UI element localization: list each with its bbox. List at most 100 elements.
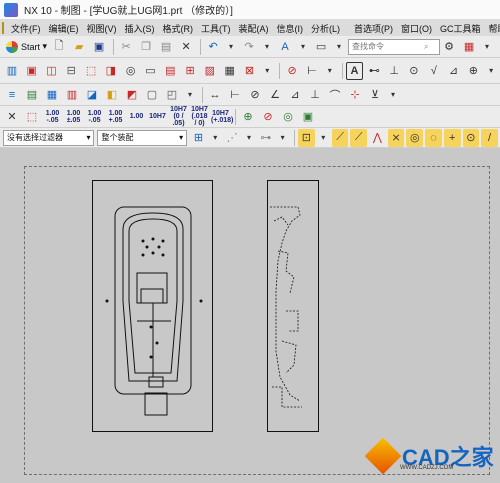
dimension-style-icon[interactable]: ✕ (3, 108, 21, 126)
weld-symbol-icon[interactable]: ⊿ (445, 62, 463, 80)
general-icon[interactable]: ⊶ (257, 129, 274, 147)
command-search-box[interactable]: ⌕ (348, 38, 441, 55)
new-file-icon[interactable]: 🗋 (50, 38, 68, 56)
stack-icon[interactable]: ▤ (23, 86, 41, 104)
front-view-frame[interactable] (92, 180, 213, 432)
start-button[interactable]: Start ▾ (3, 38, 50, 56)
edit-dropdown-icon[interactable]: ▾ (183, 86, 197, 104)
angular-dimension-icon[interactable]: ∠ (266, 86, 284, 104)
paste-icon[interactable]: ▤ (157, 38, 175, 56)
view-box-icon[interactable]: ▤ (161, 62, 179, 80)
annotation-dropdown-icon[interactable]: ▾ (484, 62, 498, 80)
drawing-canvas[interactable] (0, 148, 500, 483)
note-icon[interactable]: A (345, 61, 364, 80)
edit-object-icon[interactable]: ◪ (83, 86, 101, 104)
tolerance-option[interactable]: 1.00 -.05 (85, 110, 104, 124)
menu-preferences[interactable]: 首选项(P) (350, 22, 397, 35)
menu-edit[interactable]: 编辑(E) (45, 22, 83, 35)
measure-icon[interactable]: ◰ (163, 86, 181, 104)
snap-midpoint-icon[interactable]: ⟋ (350, 128, 368, 147)
select-dropdown-icon[interactable]: ▾ (209, 129, 222, 147)
datum-icon[interactable]: ⊥ (385, 62, 403, 80)
new-sheet-icon[interactable]: ▥ (3, 62, 21, 80)
select-all-icon[interactable]: ⊞ (190, 129, 207, 147)
dimension-text-icon[interactable]: ⬚ (23, 108, 41, 126)
tolerance-option[interactable]: 10H7 (0 / .05) (169, 106, 188, 127)
view-style-icon[interactable]: ▦ (221, 62, 239, 80)
menu-view[interactable]: 视图(V) (83, 22, 121, 35)
open-folder-icon[interactable]: ▰ (70, 38, 88, 56)
layer-settings-icon[interactable]: ≡ (3, 86, 21, 104)
redo-icon[interactable]: ↷ (240, 38, 258, 56)
menu-insert[interactable]: 插入(S) (121, 22, 159, 35)
snap-endpoint-icon[interactable]: ⊡ (298, 128, 315, 147)
layer-copy-icon[interactable]: ▦ (43, 86, 61, 104)
layer-move-icon[interactable]: ▥ (63, 86, 81, 104)
centerline-icon[interactable]: ⊕ (464, 62, 482, 80)
menu-tools[interactable]: 工具(T) (197, 22, 235, 35)
side-view-frame[interactable] (267, 180, 319, 432)
assembly-scope-dropdown[interactable]: 整个装配 ▾ (97, 129, 188, 146)
undo-dropdown-icon[interactable]: ▾ (224, 38, 238, 56)
perimeter-icon[interactable]: ⊻ (366, 86, 384, 104)
window-switch-icon[interactable]: ▭ (312, 38, 330, 56)
cut-icon[interactable]: ✂ (117, 38, 135, 56)
window-dropdown-icon[interactable]: ▾ (332, 38, 346, 56)
sketch-line-icon[interactable]: ⊢ (303, 62, 321, 80)
snap-onpoint-icon[interactable]: ⊙ (462, 128, 480, 147)
section-view-icon[interactable]: ⊟ (62, 62, 80, 80)
rapid-dimension-icon[interactable]: ↔ (206, 86, 224, 104)
menu-help[interactable]: 帮助(H) (485, 22, 500, 35)
radial-dimension-icon[interactable]: ⊘ (246, 86, 264, 104)
general-dropdown-icon[interactable]: ▾ (276, 129, 289, 147)
base-view-icon[interactable]: ▣ (23, 62, 41, 80)
feature-control-icon[interactable]: ⊷ (365, 62, 383, 80)
display-settings-icon[interactable]: ◧ (103, 86, 121, 104)
snap-point-icon[interactable]: + (443, 128, 461, 147)
projected-view-icon[interactable]: ◫ (43, 62, 61, 80)
thickness-dimension-icon[interactable]: ⊥ (306, 86, 324, 104)
view-dropdown-icon[interactable]: ▾ (260, 62, 274, 80)
delete-icon[interactable]: ✕ (177, 38, 195, 56)
view-layout-icon[interactable]: ⊞ (181, 62, 199, 80)
role-icon[interactable]: ▦ (460, 38, 478, 56)
blank-icon[interactable]: ▢ (143, 86, 161, 104)
menu-format[interactable]: 格式(R) (159, 22, 198, 35)
ordinate-dimension-icon[interactable]: ⊹ (346, 86, 364, 104)
arc-length-icon[interactable]: ⌒ (326, 86, 344, 104)
snap-control-icon[interactable]: ⋀ (369, 129, 386, 147)
view-frame-icon[interactable]: ▭ (142, 62, 160, 80)
balloon-icon[interactable]: ⊙ (405, 62, 423, 80)
snap-center-icon[interactable]: ◎ (406, 128, 424, 147)
redo-dropdown-icon[interactable]: ▾ (260, 38, 274, 56)
copy-icon[interactable]: ❐ (137, 38, 155, 56)
menu-window[interactable]: 窗口(O) (397, 22, 436, 35)
snap-quadrant-icon[interactable]: ◌ (425, 128, 442, 147)
detail-view-icon[interactable]: ⬚ (82, 62, 100, 80)
menu-info[interactable]: 信息(I) (273, 22, 308, 35)
datum-target-icon[interactable]: ⊕ (239, 108, 257, 126)
snap-tangent-icon[interactable]: / (481, 128, 498, 147)
properties-icon[interactable]: A (276, 38, 294, 56)
save-icon[interactable]: ▣ (90, 38, 108, 56)
role-dropdown-icon[interactable]: ▾ (480, 38, 494, 56)
tolerance-option[interactable]: 10H7 (.018 / 0) (190, 106, 209, 127)
menu-assembly[interactable]: 装配(A) (235, 22, 273, 35)
view-target-icon[interactable]: ◎ (122, 62, 140, 80)
sketch-dropdown-icon[interactable]: ▾ (323, 62, 337, 80)
tolerance-option[interactable]: 1.00 +.05 (106, 110, 125, 124)
dimension-dropdown-icon[interactable]: ▾ (386, 86, 400, 104)
snap-intersection-icon[interactable]: ⨯ (387, 128, 405, 147)
linear-dimension-icon[interactable]: ⊢ (226, 86, 244, 104)
chamfer-dimension-icon[interactable]: ⊿ (286, 86, 304, 104)
menu-grip-icon[interactable] (2, 22, 4, 34)
snap-endpoint-dropdown-icon[interactable]: ▾ (317, 129, 330, 147)
tolerance-option[interactable]: 10H7 (148, 113, 167, 120)
menu-gc-toolkit[interactable]: GC工具箱 (436, 22, 485, 35)
properties-dropdown-icon[interactable]: ▾ (296, 38, 310, 56)
cross-hatch-icon[interactable]: ⊘ (259, 108, 277, 126)
snap-settings-icon[interactable]: ⋰ (224, 129, 241, 147)
selection-filter-dropdown[interactable]: 没有选择过滤器 ▾ (3, 129, 95, 146)
surface-finish-icon[interactable]: √ (425, 62, 443, 80)
view-update-icon[interactable]: ▨ (201, 62, 219, 80)
